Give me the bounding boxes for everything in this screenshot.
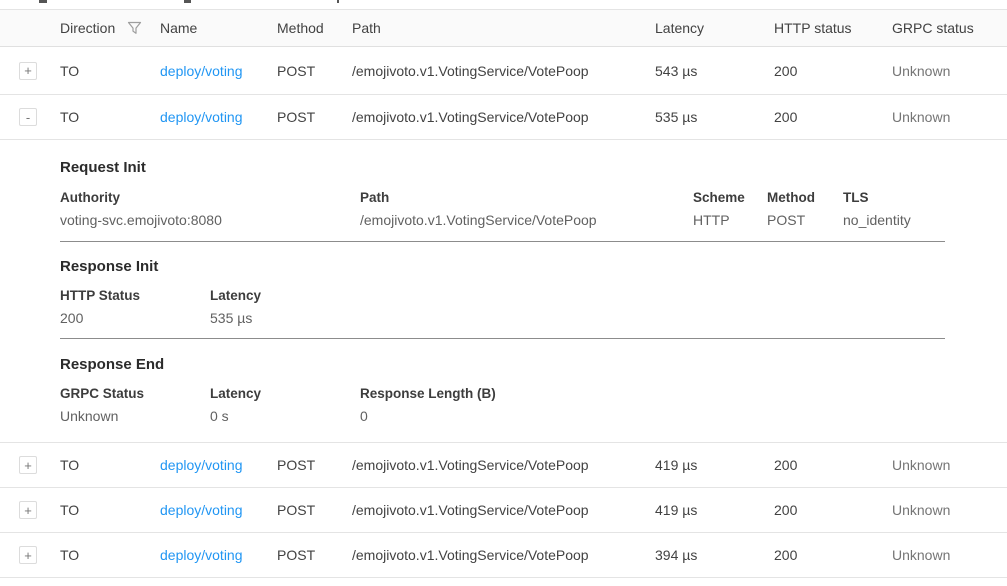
field-value: voting-svc.emojivoto:8080	[60, 212, 222, 228]
tap-table-page: Direction Name Method Path Latency HTTP …	[0, 0, 1007, 586]
column-header-path: Path	[352, 20, 381, 36]
http-status-cell: 200	[774, 63, 797, 79]
column-header-grpc-status: GRPC status	[892, 20, 974, 36]
column-header-name: Name	[160, 20, 197, 36]
table-row: + TO deploy/voting POST /emojivoto.v1.Vo…	[0, 47, 1007, 95]
path-cell: /emojivoto.v1.VotingService/VotePoop	[352, 63, 589, 79]
field-label: Latency	[210, 386, 261, 401]
table-header: Direction Name Method Path Latency HTTP …	[0, 9, 1007, 47]
column-header-latency: Latency	[655, 20, 704, 36]
http-status-cell: 200	[774, 502, 797, 518]
grpc-status-cell: Unknown	[892, 109, 950, 125]
column-header-direction: Direction	[60, 20, 115, 36]
direction-cell: TO	[60, 547, 79, 563]
detail-field-scheme: Scheme HTTP	[693, 190, 745, 228]
method-cell: POST	[277, 109, 315, 125]
name-link[interactable]: deploy/voting	[160, 502, 243, 518]
grpc-status-cell: Unknown	[892, 457, 950, 473]
section-title-response-end: Response End	[60, 356, 164, 373]
detail-field-latency: Latency 0 s	[210, 386, 261, 424]
expand-row-button[interactable]: +	[19, 501, 37, 519]
field-label: HTTP Status	[60, 288, 140, 303]
expand-row-button[interactable]: +	[19, 546, 37, 564]
field-value: 0	[360, 408, 496, 424]
row-detail-panel: Request Init Authority voting-svc.emojiv…	[0, 140, 1007, 443]
column-header-http-status: HTTP status	[774, 20, 852, 36]
direction-cell: TO	[60, 63, 79, 79]
path-cell: /emojivoto.v1.VotingService/VotePoop	[352, 457, 589, 473]
latency-cell: 535 µs	[655, 109, 697, 125]
grpc-status-cell: Unknown	[892, 547, 950, 563]
path-cell: /emojivoto.v1.VotingService/VotePoop	[352, 502, 589, 518]
name-link[interactable]: deploy/voting	[160, 109, 243, 125]
clipped-text-mark	[184, 0, 191, 3]
name-link[interactable]: deploy/voting	[160, 457, 243, 473]
latency-cell: 419 µs	[655, 457, 697, 473]
name-link[interactable]: deploy/voting	[160, 63, 243, 79]
table-row: + TO deploy/voting POST /emojivoto.v1.Vo…	[0, 533, 1007, 578]
expand-row-button[interactable]: +	[19, 62, 37, 80]
method-cell: POST	[277, 502, 315, 518]
latency-cell: 394 µs	[655, 547, 697, 563]
field-label: GRPC Status	[60, 386, 144, 401]
field-value: POST	[767, 212, 815, 228]
name-link[interactable]: deploy/voting	[160, 547, 243, 563]
section-divider	[60, 338, 945, 339]
detail-field-path: Path /emojivoto.v1.VotingService/VotePoo…	[360, 190, 597, 228]
direction-cell: TO	[60, 109, 79, 125]
field-label: Scheme	[693, 190, 745, 205]
detail-field-authority: Authority voting-svc.emojivoto:8080	[60, 190, 222, 228]
table-row-expanded: - TO deploy/voting POST /emojivoto.v1.Vo…	[0, 95, 1007, 140]
method-cell: POST	[277, 547, 315, 563]
method-cell: POST	[277, 63, 315, 79]
path-cell: /emojivoto.v1.VotingService/VotePoop	[352, 547, 589, 563]
detail-field-latency: Latency 535 µs	[210, 288, 261, 326]
http-status-cell: 200	[774, 547, 797, 563]
detail-field-grpc-status: GRPC Status Unknown	[60, 386, 144, 424]
field-value: 0 s	[210, 408, 261, 424]
field-label: Method	[767, 190, 815, 205]
path-cell: /emojivoto.v1.VotingService/VotePoop	[352, 109, 589, 125]
method-cell: POST	[277, 457, 315, 473]
direction-cell: TO	[60, 457, 79, 473]
grpc-status-cell: Unknown	[892, 502, 950, 518]
field-label: Authority	[60, 190, 222, 205]
section-divider	[60, 241, 945, 242]
expand-row-button[interactable]: +	[19, 456, 37, 474]
latency-cell: 543 µs	[655, 63, 697, 79]
detail-field-http-status: HTTP Status 200	[60, 288, 140, 326]
detail-field-tls: TLS no_identity	[843, 190, 911, 228]
field-label: TLS	[843, 190, 911, 205]
field-value: 200	[60, 310, 140, 326]
section-title-response-init: Response Init	[60, 258, 158, 275]
field-value: HTTP	[693, 212, 745, 228]
http-status-cell: 200	[774, 109, 797, 125]
clipped-text-mark	[337, 0, 339, 3]
field-value: /emojivoto.v1.VotingService/VotePoop	[360, 212, 597, 228]
table-row: + TO deploy/voting POST /emojivoto.v1.Vo…	[0, 443, 1007, 488]
filter-icon[interactable]	[127, 21, 142, 36]
column-header-method: Method	[277, 20, 324, 36]
section-title-request-init: Request Init	[60, 159, 146, 176]
detail-field-response-length: Response Length (B) 0	[360, 386, 496, 424]
field-value: no_identity	[843, 212, 911, 228]
field-label: Response Length (B)	[360, 386, 496, 401]
table-body: + TO deploy/voting POST /emojivoto.v1.Vo…	[0, 47, 1007, 578]
latency-cell: 419 µs	[655, 502, 697, 518]
detail-field-method: Method POST	[767, 190, 815, 228]
field-label: Path	[360, 190, 597, 205]
field-value: 535 µs	[210, 310, 261, 326]
collapse-row-button[interactable]: -	[19, 108, 37, 126]
grpc-status-cell: Unknown	[892, 63, 950, 79]
direction-cell: TO	[60, 502, 79, 518]
http-status-cell: 200	[774, 457, 797, 473]
table-row: + TO deploy/voting POST /emojivoto.v1.Vo…	[0, 488, 1007, 533]
field-value: Unknown	[60, 408, 144, 424]
field-label: Latency	[210, 288, 261, 303]
clipped-text-mark	[39, 0, 47, 3]
